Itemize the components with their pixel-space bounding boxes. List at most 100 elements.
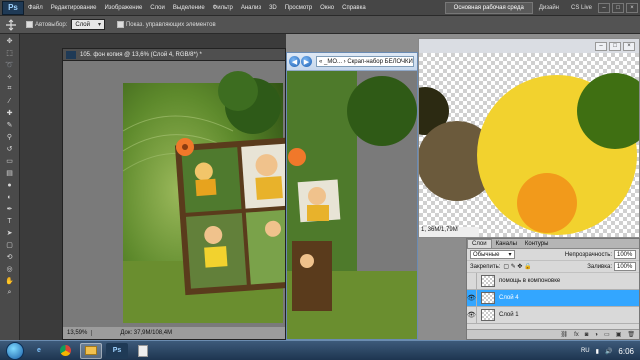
clock[interactable]: 6:06 — [618, 347, 634, 356]
menu-3d[interactable]: 3D — [265, 5, 281, 11]
3d-rotate-icon[interactable]: ⟲ — [3, 252, 17, 262]
visibility-eye-icon[interactable]: 👁 — [467, 289, 477, 307]
document-window: 105. фон копия @ 13,6% (Слой 4, RGB/8*) … — [62, 48, 286, 340]
volume-icon[interactable]: 🔊 — [605, 348, 612, 355]
art-maximize-button[interactable]: □ — [609, 41, 621, 51]
brush-icon[interactable]: ✎ — [3, 120, 17, 130]
layer-thumbnail — [481, 292, 495, 304]
workspace-button[interactable]: Основная рабочая среда — [444, 2, 533, 14]
menu-file[interactable]: Файл — [24, 5, 47, 11]
visibility-eye-icon[interactable]: 👁 — [467, 306, 477, 324]
menu-edit[interactable]: Редактирование — [47, 5, 101, 11]
show-controls-label: Показ. управляющих элементов — [125, 21, 216, 28]
network-icon[interactable]: ▮ — [596, 348, 599, 355]
forward-arrow-icon[interactable]: ▶ — [301, 56, 312, 67]
path-select-icon[interactable]: ➤ — [3, 228, 17, 238]
document-task-icon[interactable] — [132, 343, 154, 359]
back-arrow-icon[interactable]: ◀ — [289, 56, 300, 67]
clone-stamp-icon[interactable]: ⚲ — [3, 132, 17, 142]
3d-camera-icon[interactable]: ◎ — [3, 264, 17, 274]
autoselect-dropdown[interactable]: Слой — [71, 19, 105, 30]
history-brush-icon[interactable]: ↺ — [3, 144, 17, 154]
move-icon[interactable]: ✥ — [3, 36, 17, 46]
crop-icon[interactable]: ⌗ — [3, 84, 17, 94]
autoselect-label: Автовыбор: — [35, 21, 68, 28]
move-tool-icon[interactable] — [4, 18, 18, 31]
scrap-collage-image — [122, 71, 285, 323]
address-field[interactable]: « _МО... › Скрап-набор БЕЛОЧКИН Г... — [316, 56, 414, 67]
link-layers-icon[interactable]: ⛓ — [560, 331, 568, 338]
adjustment-icon[interactable]: ◑ — [594, 332, 598, 338]
menu-window[interactable]: Окно — [316, 5, 338, 11]
eyedropper-icon[interactable]: ⁄ — [3, 96, 17, 106]
art-close-button[interactable]: × — [623, 41, 635, 51]
marquee-icon[interactable]: ⬚ — [3, 48, 17, 58]
blend-mode-dropdown[interactable]: Обычные — [470, 250, 515, 259]
delete-layer-icon[interactable]: 🗑 — [627, 331, 635, 338]
magic-wand-icon[interactable]: ✧ — [3, 72, 17, 82]
options-bar: Автовыбор: Слой Показ. управляющих элеме… — [0, 16, 640, 34]
layer-style-icon[interactable]: fx — [574, 332, 579, 338]
lock-icons[interactable]: ▢ ✎ ✥ 🔒 — [503, 263, 531, 270]
layer-name: помощь в компоновке — [499, 278, 561, 284]
menu-filter[interactable]: Фильтр — [209, 5, 237, 11]
explorer-window: ◀ ▶ « _МО... › Скрап-набор БЕЛОЧКИН Г... — [286, 52, 418, 340]
layers-panel: Слои Каналы Контуры Обычные Непрозрачнос… — [466, 238, 640, 340]
layer-row[interactable]: помощь в компоновке — [467, 272, 639, 290]
zoom-icon[interactable]: ⌕ — [3, 288, 17, 298]
taskbar: e Ps RU ▮ 🔊 6:06 — [0, 340, 640, 360]
mask-icon[interactable]: ◙ — [585, 332, 589, 338]
opacity-field[interactable]: 100% — [614, 250, 636, 259]
layer-row[interactable]: 👁 Слой 1 — [467, 306, 639, 324]
document-status-bar: 13,59% Док: 37,9M/108,4M — [63, 327, 285, 339]
cs-live-button[interactable]: CS Live — [571, 5, 592, 11]
chrome-icon[interactable] — [54, 343, 76, 359]
blur-icon[interactable]: ● — [3, 180, 17, 190]
visibility-eye-icon[interactable] — [467, 272, 477, 290]
document-tab[interactable]: 105. фон копия @ 13,6% (Слой 4, RGB/8*) … — [63, 49, 285, 61]
design-workspace-link[interactable]: Дизайн — [539, 5, 559, 11]
shape-icon[interactable]: ▢ — [3, 240, 17, 250]
document-canvas[interactable] — [63, 61, 285, 327]
explorer-task-icon[interactable] — [80, 342, 102, 359]
tab-channels[interactable]: Каналы — [492, 239, 521, 248]
show-controls-checkbox[interactable] — [116, 21, 124, 28]
eraser-icon[interactable]: ▭ — [3, 156, 17, 166]
language-indicator[interactable]: RU — [581, 348, 590, 354]
menu-help[interactable]: Справка — [338, 5, 370, 11]
menu-analysis[interactable]: Анализ — [237, 5, 265, 11]
toolbox: ✥ ⬚ ➰ ✧ ⌗ ⁄ ✚ ✎ ⚲ ↺ ▭ ▤ ● ◐ ✒ T ➤ ▢ ⟲ ◎ … — [0, 34, 20, 354]
start-button[interactable] — [6, 341, 24, 360]
dodge-icon[interactable]: ◐ — [3, 192, 17, 202]
minimize-button[interactable]: – — [598, 3, 610, 13]
tab-layers[interactable]: Слои — [467, 239, 492, 248]
text-icon[interactable]: T — [3, 216, 17, 226]
maximize-button[interactable]: □ — [612, 3, 624, 13]
close-button[interactable]: × — [626, 3, 638, 13]
layer-thumbnail — [481, 309, 495, 321]
layer-row-selected[interactable]: 👁 Слой 4 — [467, 289, 639, 307]
menu-image[interactable]: Изображение — [100, 5, 146, 11]
fill-field[interactable]: 100% — [614, 262, 636, 271]
pen-icon[interactable]: ✒ — [3, 204, 17, 214]
menu-layers[interactable]: Слои — [146, 5, 169, 11]
group-icon[interactable]: ▭ — [604, 331, 610, 338]
layer-name: Слой 4 — [499, 295, 519, 301]
new-layer-icon[interactable]: ▣ — [616, 331, 622, 338]
document-icon — [66, 50, 76, 59]
menu-view[interactable]: Просмотр — [281, 5, 316, 11]
lasso-icon[interactable]: ➰ — [3, 60, 17, 70]
zoom-level[interactable]: 13,59% — [63, 330, 93, 336]
explorer-content[interactable] — [287, 71, 417, 339]
photoshop-task-icon[interactable]: Ps — [106, 342, 128, 359]
menu-select[interactable]: Выделение — [169, 5, 209, 11]
photoshop-logo: Ps — [2, 0, 24, 15]
art-minimize-button[interactable]: – — [595, 41, 607, 51]
explorer-address-bar: ◀ ▶ « _МО... › Скрап-набор БЕЛОЧКИН Г... — [287, 53, 417, 71]
hand-icon[interactable]: ✋ — [3, 276, 17, 286]
gradient-icon[interactable]: ▤ — [3, 168, 17, 178]
ie-icon[interactable]: e — [28, 343, 50, 359]
autoselect-checkbox[interactable] — [26, 21, 33, 28]
tab-paths[interactable]: Контуры — [521, 239, 553, 248]
healing-brush-icon[interactable]: ✚ — [3, 108, 17, 118]
